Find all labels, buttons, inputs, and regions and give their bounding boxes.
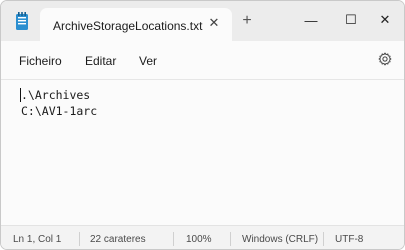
gear-icon[interactable] [378,52,392,66]
menu-file[interactable]: Ficheiro [19,54,62,68]
minimize-icon: — [304,12,318,28]
zoom-level[interactable]: 100% [186,234,212,245]
status-divider [79,232,80,246]
notepad-icon [16,12,28,30]
close-window-button[interactable]: ✕ [365,7,404,33]
cursor-position[interactable]: Ln 1, Col 1 [13,234,61,245]
maximize-icon: ☐ [345,12,357,27]
line-ending[interactable]: Windows (CRLF) [242,234,318,245]
encoding[interactable]: UTF-8 [335,234,363,245]
editor-content[interactable]: .\Archives C:\AV1-1arc [21,87,97,119]
minimize-button[interactable]: — [291,7,331,33]
character-count: 22 carateres [90,234,146,245]
title-bar: ArchiveStorageLocations.txt ✕ + — ☐ ✕ [1,1,404,41]
menu-edit[interactable]: Editar [85,54,116,68]
file-tab[interactable]: ArchiveStorageLocations.txt ✕ [40,8,232,41]
menu-bar: Ficheiro Editar Ver [1,41,404,79]
menu-view[interactable]: Ver [139,54,157,68]
close-icon: ✕ [379,12,391,27]
notepad-window: ArchiveStorageLocations.txt ✕ + — ☐ ✕ Fi… [0,0,405,250]
status-divider [230,232,231,246]
new-tab-button[interactable]: + [240,13,254,29]
tab-title: ArchiveStorageLocations.txt [53,19,203,33]
editor-line: C:\AV1-1arc [21,104,98,118]
editor-line: .\Archives [21,88,91,102]
status-bar: Ln 1, Col 1 22 carateres 100% Windows (C… [1,225,404,249]
status-divider [323,232,324,246]
text-editor[interactable]: .\Archives C:\AV1-1arc [1,79,404,225]
status-divider [173,232,174,246]
tab-close-icon[interactable]: ✕ [207,16,221,30]
